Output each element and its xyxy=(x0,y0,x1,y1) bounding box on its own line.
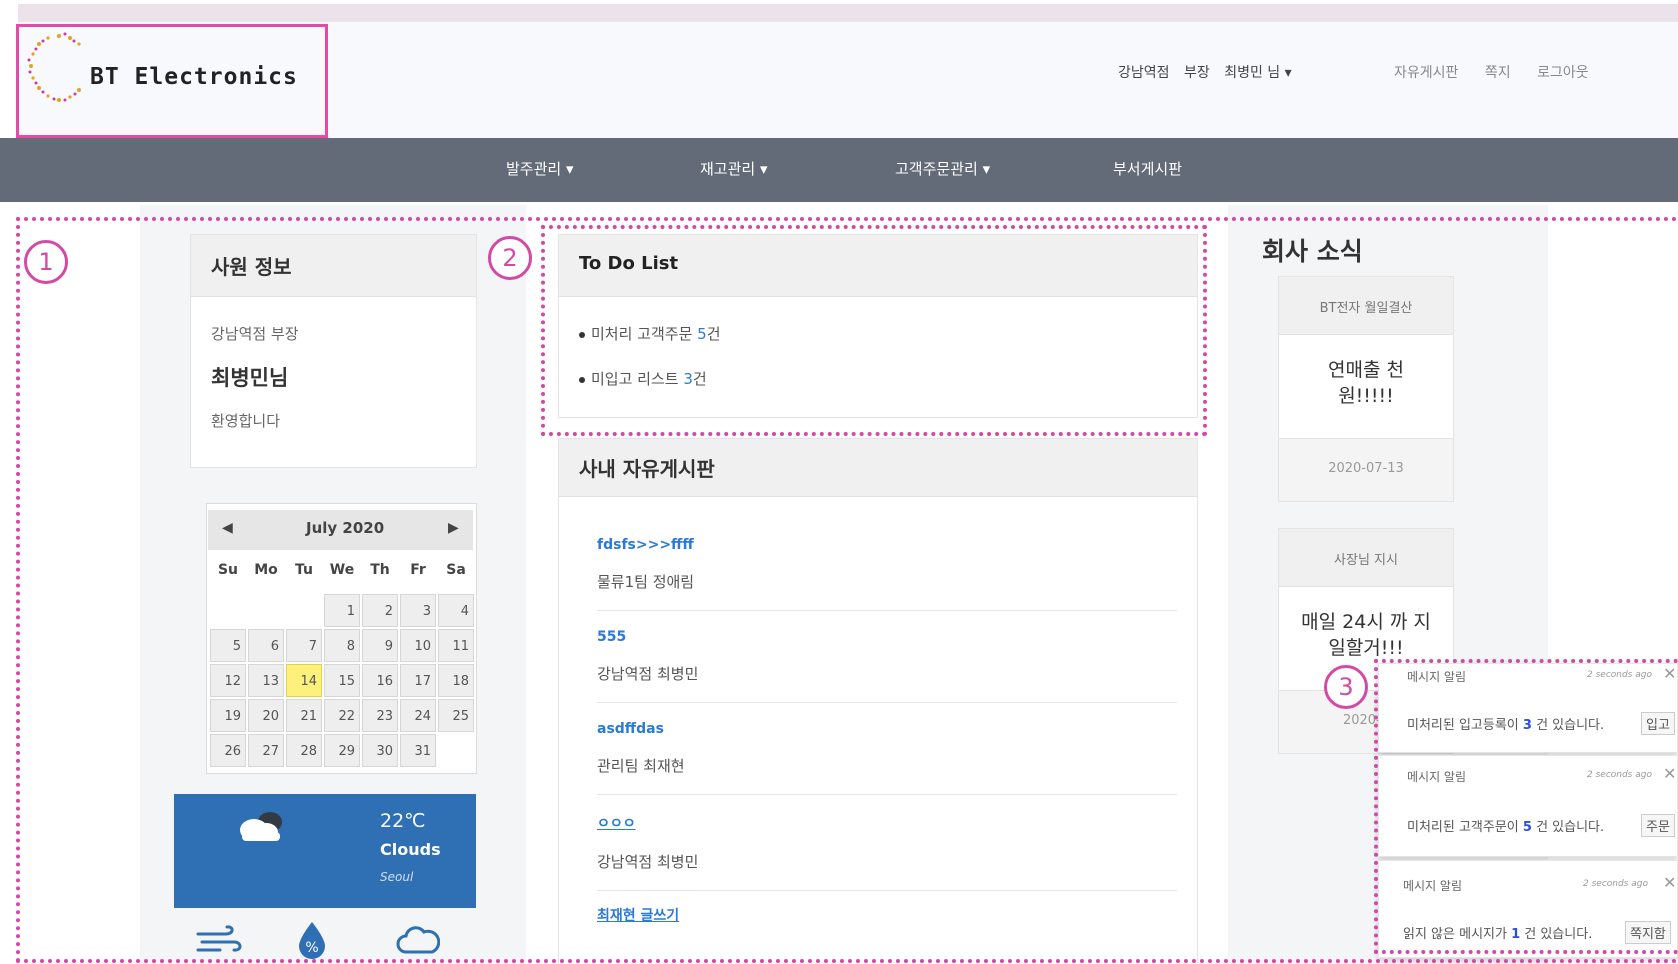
annotation-region-3 xyxy=(1374,659,1678,954)
annotation-marker-3: 3 xyxy=(1324,665,1368,709)
user-dropdown[interactable]: 최병민 님 ▾ xyxy=(1224,65,1291,81)
user-menu[interactable]: 강남역점 부장 최병민 님 ▾ xyxy=(1118,62,1292,82)
nav-customer-order-management[interactable]: 고객주문관리 ▾ xyxy=(895,158,990,179)
nav-department-board[interactable]: 부서게시판 xyxy=(1113,158,1182,179)
top-strip xyxy=(18,4,1678,22)
user-position: 부장 xyxy=(1183,65,1210,81)
nav-order-management[interactable]: 발주관리 ▾ xyxy=(506,158,574,179)
logo-icon xyxy=(27,32,81,102)
top-links: 자유게시판 쪽지 로그아웃 xyxy=(1394,62,1611,82)
brand-name[interactable]: BT Electronics xyxy=(90,64,298,90)
annotation-region-2 xyxy=(541,225,1207,436)
annotation-marker-2: 2 xyxy=(488,236,532,280)
logout-link[interactable]: 로그아웃 xyxy=(1537,65,1589,81)
annotation-marker-1: 1 xyxy=(24,240,68,284)
messages-link[interactable]: 쪽지 xyxy=(1485,65,1511,81)
free-board-link[interactable]: 자유게시판 xyxy=(1394,65,1458,81)
nav-inventory-management[interactable]: 재고관리 ▾ xyxy=(700,158,768,179)
user-branch: 강남역점 xyxy=(1118,65,1170,81)
main-navbar xyxy=(0,138,1678,202)
